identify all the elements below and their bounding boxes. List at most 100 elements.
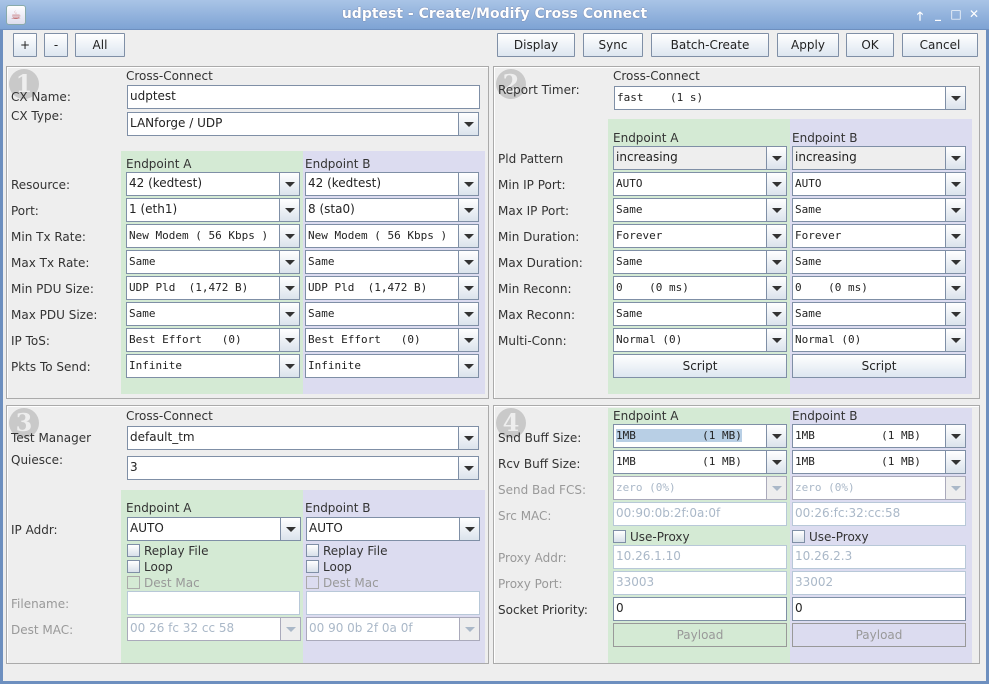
min-tx-rate-b-select[interactable]: New Modem ( 56 Kbps )	[305, 224, 479, 248]
chevron-down-icon[interactable]	[945, 199, 965, 221]
minimize-icon[interactable]: _	[930, 7, 946, 21]
chevron-down-icon[interactable]	[279, 329, 299, 351]
script-a-button[interactable]: Script	[613, 354, 787, 378]
checkbox-icon[interactable]	[306, 544, 319, 557]
sync-button[interactable]: Sync	[583, 33, 643, 57]
max-duration-a-select[interactable]: Same	[613, 250, 787, 274]
chevron-down-icon[interactable]	[766, 199, 786, 221]
pld-pattern-a-select[interactable]: increasing	[613, 146, 787, 170]
ip-addr-b-select[interactable]: AUTO	[306, 517, 480, 541]
apply-button[interactable]: Apply	[777, 33, 839, 57]
close-icon[interactable]: ✕	[966, 7, 982, 21]
min-pdu-size-a-select[interactable]: UDP Pld (1,472 B)	[126, 276, 300, 300]
pin-up-icon[interactable]: 🡑	[912, 7, 928, 28]
chevron-down-icon[interactable]	[458, 303, 478, 325]
add-button[interactable]: +	[13, 33, 37, 57]
chevron-down-icon[interactable]	[279, 225, 299, 247]
min-ip-port-a-select[interactable]: AUTO	[613, 172, 787, 196]
loop-b-checkbox[interactable]: Loop	[306, 560, 352, 574]
multi-conn-a-select[interactable]: Normal (0)	[613, 328, 787, 352]
ip-tos-a-select[interactable]: Best Effort (0)	[126, 328, 300, 352]
chevron-down-icon[interactable]	[945, 329, 965, 351]
chevron-down-icon[interactable]	[945, 277, 965, 299]
checkbox-icon[interactable]	[127, 560, 140, 573]
checkbox-icon[interactable]	[613, 530, 626, 543]
checkbox-icon[interactable]	[306, 560, 319, 573]
max-tx-rate-a-select[interactable]: Same	[126, 250, 300, 274]
socket-priority-b-input[interactable]: 0	[792, 597, 966, 621]
chevron-down-icon[interactable]	[458, 329, 478, 351]
replay-file-b-checkbox[interactable]: Replay File	[306, 544, 387, 558]
remove-button[interactable]: -	[44, 33, 68, 57]
port-b-select[interactable]: 8 (sta0)	[305, 198, 479, 222]
loop-a-checkbox[interactable]: Loop	[127, 560, 173, 574]
chevron-down-icon[interactable]	[945, 303, 965, 325]
chevron-down-icon[interactable]	[766, 451, 786, 473]
chevron-down-icon[interactable]	[458, 251, 478, 273]
pld-pattern-b-select[interactable]: increasing	[792, 146, 966, 170]
pkts-to-send-a-select[interactable]: Infinite	[126, 354, 300, 378]
replay-file-a-checkbox[interactable]: Replay File	[127, 544, 208, 558]
cx-type-select[interactable]: LANforge / UDP	[127, 112, 479, 136]
chevron-down-icon[interactable]	[766, 251, 786, 273]
filename-b-input[interactable]	[306, 591, 480, 615]
chevron-down-icon[interactable]	[458, 225, 478, 247]
max-reconn-a-select[interactable]: Same	[613, 302, 787, 326]
chevron-down-icon[interactable]	[766, 173, 786, 195]
min-reconn-b-select[interactable]: 0 (0 ms)	[792, 276, 966, 300]
chevron-down-icon[interactable]	[766, 303, 786, 325]
report-timer-select[interactable]: fast (1 s)	[614, 86, 966, 110]
chevron-down-icon[interactable]	[945, 425, 965, 447]
chevron-down-icon[interactable]	[458, 355, 478, 377]
max-pdu-size-b-select[interactable]: Same	[305, 302, 479, 326]
checkbox-icon[interactable]	[127, 544, 140, 557]
chevron-down-icon[interactable]	[766, 225, 786, 247]
chevron-down-icon[interactable]	[945, 251, 965, 273]
port-a-select[interactable]: 1 (eth1)	[126, 198, 300, 222]
multi-conn-b-select[interactable]: Normal (0)	[792, 328, 966, 352]
chevron-down-icon[interactable]	[945, 87, 965, 109]
max-tx-rate-b-select[interactable]: Same	[305, 250, 479, 274]
rcv-buff-a-select[interactable]: 1MB (1 MB)	[613, 450, 787, 474]
min-duration-b-select[interactable]: Forever	[792, 224, 966, 248]
chevron-down-icon[interactable]	[279, 303, 299, 325]
ip-tos-b-select[interactable]: Best Effort (0)	[305, 328, 479, 352]
snd-buff-a-select[interactable]: 1MB (1 MB)	[613, 424, 787, 448]
min-duration-a-select[interactable]: Forever	[613, 224, 787, 248]
chevron-down-icon[interactable]	[459, 518, 479, 540]
chevron-down-icon[interactable]	[458, 199, 478, 221]
min-tx-rate-a-select[interactable]: New Modem ( 56 Kbps )	[126, 224, 300, 248]
ip-addr-a-select[interactable]: AUTO	[127, 517, 301, 541]
chevron-down-icon[interactable]	[458, 277, 478, 299]
ok-button[interactable]: OK	[846, 33, 894, 57]
max-reconn-b-select[interactable]: Same	[792, 302, 966, 326]
chevron-down-icon[interactable]	[766, 147, 786, 169]
chevron-down-icon[interactable]	[766, 277, 786, 299]
chevron-down-icon[interactable]	[279, 355, 299, 377]
cx-name-input[interactable]: udptest	[127, 85, 480, 109]
chevron-down-icon[interactable]	[458, 427, 478, 449]
chevron-down-icon[interactable]	[279, 199, 299, 221]
socket-priority-a-input[interactable]: 0	[613, 597, 787, 621]
test-manager-select[interactable]: default_tm	[127, 426, 479, 450]
pkts-to-send-b-select[interactable]: Infinite	[305, 354, 479, 378]
display-button[interactable]: Display	[497, 33, 575, 57]
snd-buff-a-value[interactable]: 1MB (1 MB)	[616, 429, 742, 442]
chevron-down-icon[interactable]	[458, 457, 478, 479]
min-reconn-a-select[interactable]: 0 (0 ms)	[613, 276, 787, 300]
rcv-buff-b-select[interactable]: 1MB (1 MB)	[792, 450, 966, 474]
chevron-down-icon[interactable]	[280, 518, 300, 540]
chevron-down-icon[interactable]	[458, 173, 478, 195]
cancel-button[interactable]: Cancel	[902, 33, 978, 57]
script-b-button[interactable]: Script	[792, 354, 966, 378]
chevron-down-icon[interactable]	[945, 225, 965, 247]
chevron-down-icon[interactable]	[279, 277, 299, 299]
min-ip-port-b-select[interactable]: AUTO	[792, 172, 966, 196]
chevron-down-icon[interactable]	[458, 113, 478, 135]
chevron-down-icon[interactable]	[766, 329, 786, 351]
min-pdu-size-b-select[interactable]: UDP Pld (1,472 B)	[305, 276, 479, 300]
chevron-down-icon[interactable]	[279, 173, 299, 195]
resource-b-select[interactable]: 42 (kedtest)	[305, 172, 479, 196]
filename-a-input[interactable]	[127, 591, 300, 615]
chevron-down-icon[interactable]	[945, 451, 965, 473]
